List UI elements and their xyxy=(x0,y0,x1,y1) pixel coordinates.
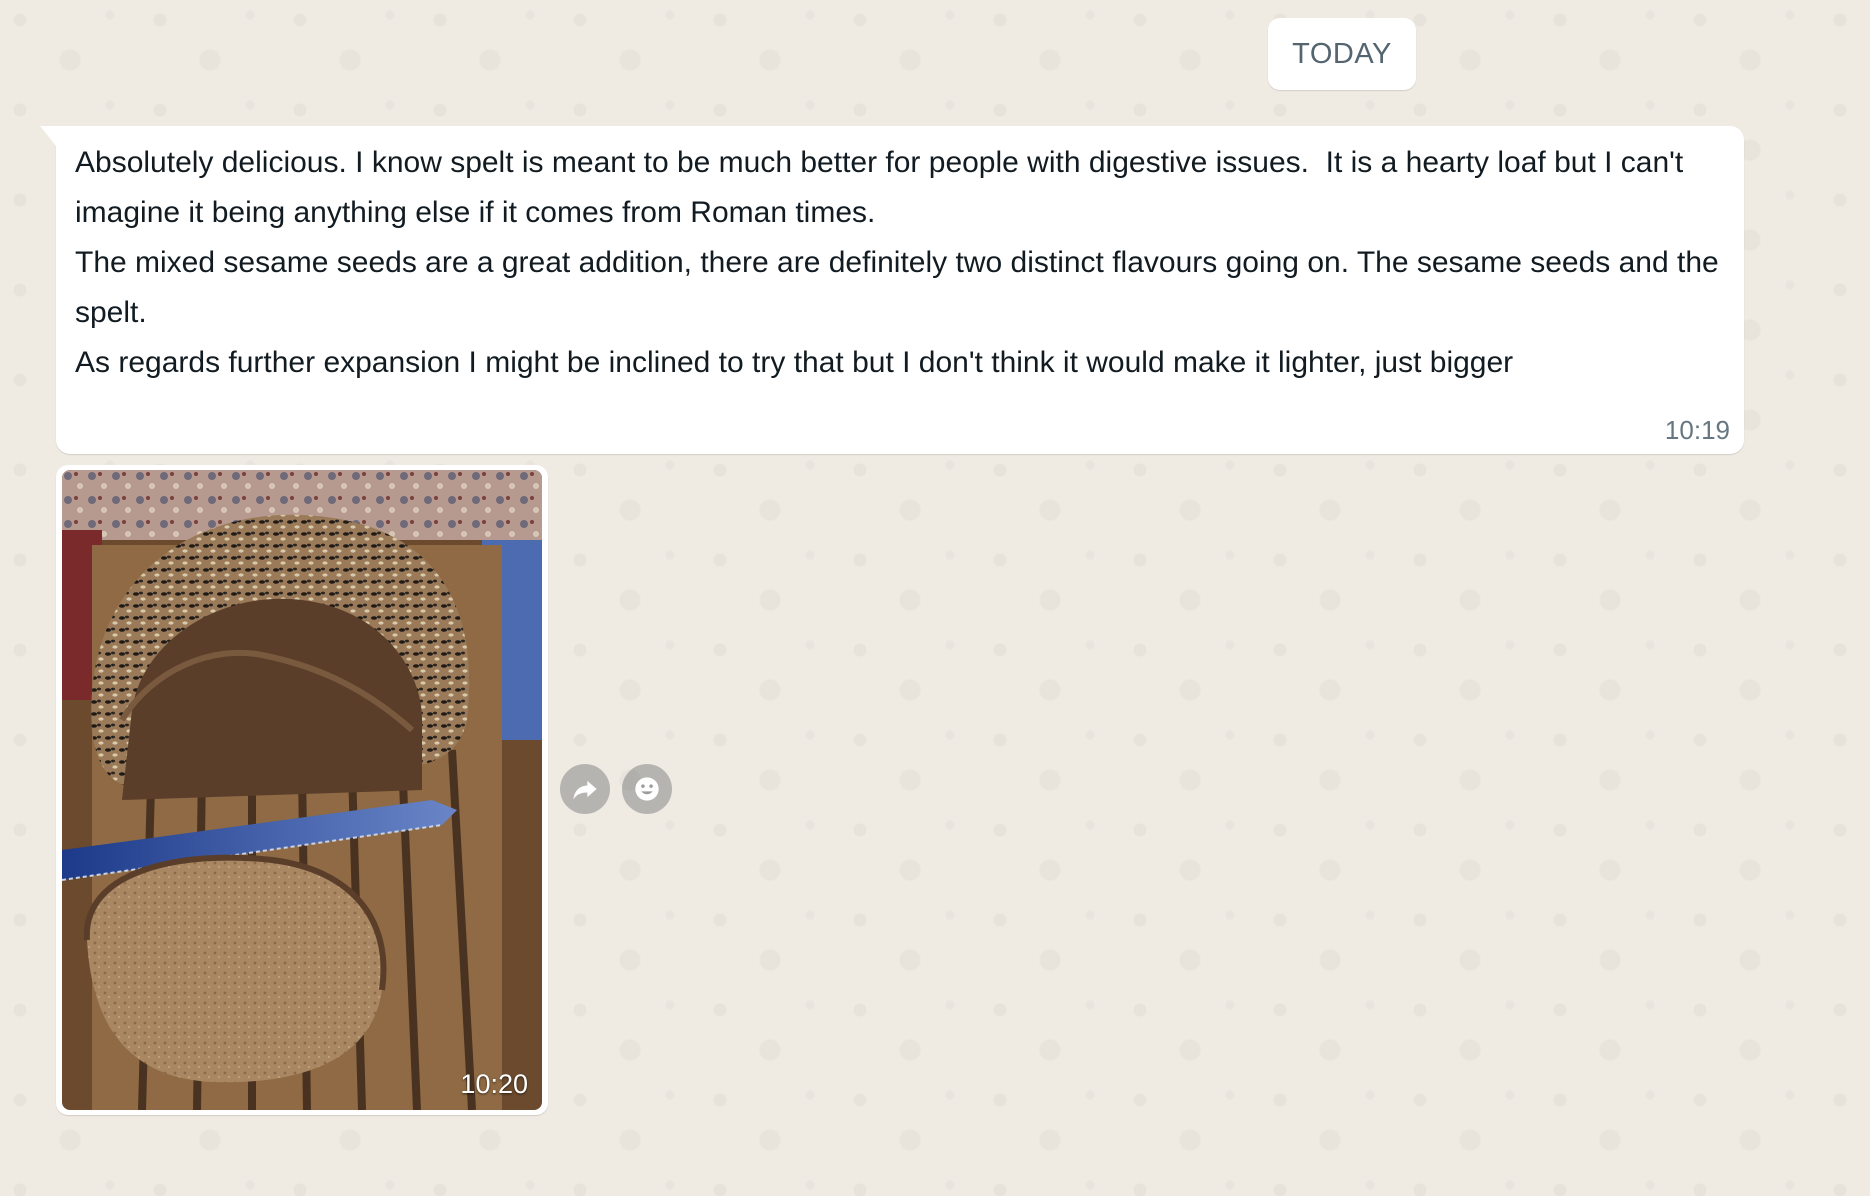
incoming-text-message[interactable]: Absolutely delicious. I know spelt is me… xyxy=(40,126,1744,454)
message-timestamp: 10:19 xyxy=(1664,415,1730,445)
forward-arrow-icon xyxy=(573,780,597,800)
smiley-icon xyxy=(635,777,659,801)
forward-button[interactable] xyxy=(560,764,610,814)
bread-photo[interactable]: 10:20 xyxy=(62,470,542,1110)
image-timestamp: 10:20 xyxy=(460,1069,528,1099)
message-text: Absolutely delicious. I know spelt is me… xyxy=(75,146,1719,379)
incoming-image-message[interactable]: 10:20 xyxy=(56,465,548,1115)
bubble-tail xyxy=(40,126,56,146)
react-button[interactable] xyxy=(622,764,672,814)
date-divider: TODAY xyxy=(1268,18,1416,90)
